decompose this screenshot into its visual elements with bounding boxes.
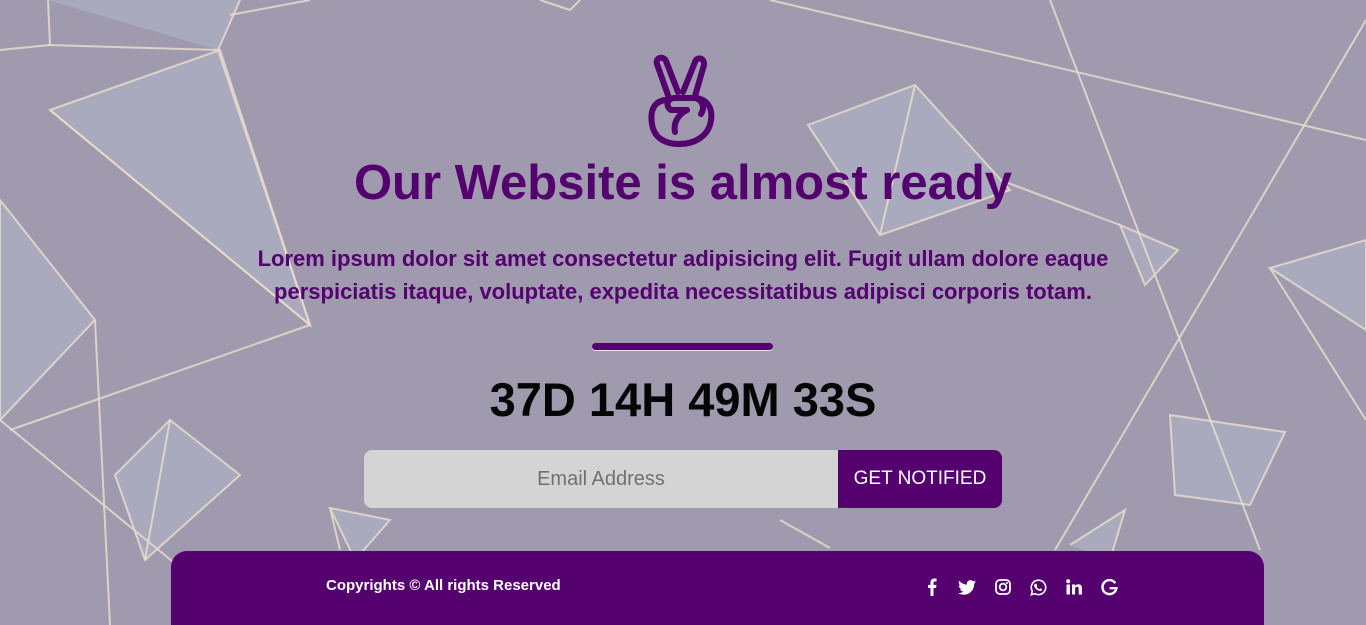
get-notified-button[interactable]: GET NOTIFIED — [838, 450, 1002, 508]
instagram-icon[interactable] — [985, 576, 1021, 598]
countdown-timer: 37D 14H 49M 33S — [0, 371, 1366, 429]
countdown-seconds: 33S — [792, 373, 877, 426]
social-links — [914, 576, 1127, 598]
countdown-days: 37D — [489, 373, 576, 426]
page-description: Lorem ipsum dolor sit amet consectetur a… — [257, 246, 1109, 304]
peace-hand-icon — [643, 54, 723, 150]
coming-soon-page: Our Website is almost ready Lorem ipsum … — [0, 0, 1366, 625]
countdown-hours: 14H — [588, 373, 676, 426]
facebook-icon[interactable] — [914, 576, 950, 598]
page-title: Our Website is almost ready — [353, 156, 1013, 210]
footer: Copyrights © All rights Reserved — [171, 551, 1264, 625]
copyright-text: Copyrights © All rights Reserved — [326, 577, 561, 594]
whatsapp-icon[interactable] — [1021, 576, 1057, 598]
divider — [592, 343, 773, 350]
email-input[interactable] — [364, 450, 838, 508]
subscribe-form: GET NOTIFIED — [364, 450, 1002, 508]
countdown-minutes: 49M — [688, 373, 780, 426]
google-icon[interactable] — [1092, 576, 1128, 598]
linkedin-icon[interactable] — [1056, 576, 1092, 598]
twitter-icon[interactable] — [950, 576, 986, 598]
